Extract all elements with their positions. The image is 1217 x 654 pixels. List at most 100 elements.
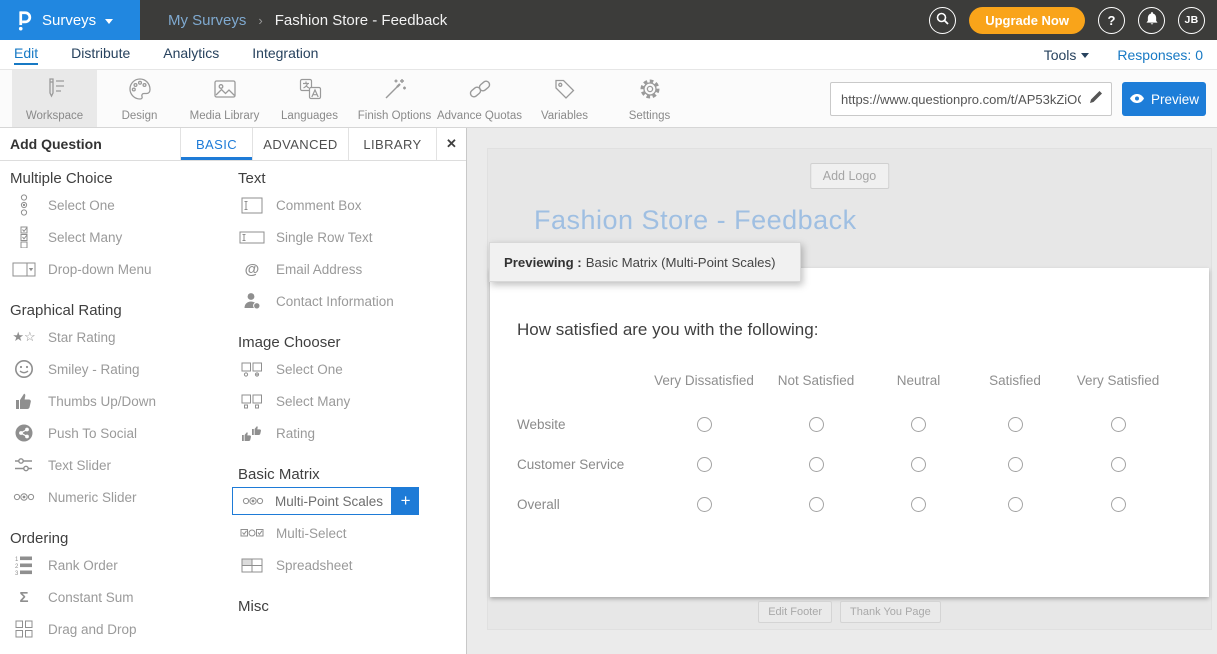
tab-edit[interactable]: Edit <box>14 45 38 65</box>
avatar[interactable]: JB <box>1178 7 1205 34</box>
toolbar-item-variables[interactable]: Variables <box>522 70 607 127</box>
question-type-drag-and-drop[interactable]: Drag and Drop <box>10 613 238 645</box>
section-title: Multiple Choice <box>10 169 238 189</box>
question-type-select-one[interactable]: Select One <box>10 189 238 221</box>
breadcrumb-separator: › <box>258 13 262 28</box>
section-graphical-rating: Graphical Rating ★☆ Star Rating Smiley -… <box>10 301 238 513</box>
radio-button[interactable] <box>1111 417 1126 432</box>
notifications-button[interactable] <box>1138 7 1165 34</box>
preview-button[interactable]: Preview <box>1122 82 1206 116</box>
question-type-image-select-many[interactable]: Select Many <box>238 385 466 417</box>
radio-button[interactable] <box>911 497 926 512</box>
multi-point-scales-icon <box>239 496 267 506</box>
svg-text:1: 1 <box>15 557 19 563</box>
radio-button[interactable] <box>1008 457 1023 472</box>
toolbar-label: Advance Quotas <box>437 110 522 122</box>
question-type-dropdown-menu[interactable]: Drop-down Menu <box>10 253 238 285</box>
question-type-image-rating[interactable]: Rating <box>238 417 466 449</box>
thank-you-page-button[interactable]: Thank You Page <box>840 601 941 623</box>
radio-button[interactable] <box>1008 417 1023 432</box>
section-title: Graphical Rating <box>10 301 238 321</box>
breadcrumb-my-surveys[interactable]: My Surveys <box>168 12 246 29</box>
radio-button[interactable] <box>809 457 824 472</box>
upgrade-now-button[interactable]: Upgrade Now <box>969 7 1085 34</box>
image-icon <box>212 76 238 107</box>
previewing-tooltip: Previewing : Basic Matrix (Multi-Point S… <box>489 242 801 282</box>
toolbar-item-design[interactable]: Design <box>97 70 182 127</box>
toolbar-item-workspace[interactable]: Workspace <box>12 70 97 127</box>
matrix-column-header: Satisfied <box>966 373 1064 388</box>
radio-button[interactable] <box>911 457 926 472</box>
toolbar-item-advance-quotas[interactable]: Advance Quotas <box>437 70 522 127</box>
matrix-table: Very Dissatisfied Not Satisfied Neutral … <box>517 370 1209 524</box>
edit-footer-button[interactable]: Edit Footer <box>758 601 832 623</box>
radio-button[interactable] <box>697 417 712 432</box>
tab-library[interactable]: LIBRARY <box>348 128 436 160</box>
question-type-rank-order[interactable]: 123 Rank Order <box>10 549 238 581</box>
survey-url-input[interactable]: https://www.questionpro.com/t/AP53kZiOC <box>830 82 1112 116</box>
chain-link-icon <box>467 76 493 107</box>
radio-button[interactable] <box>809 417 824 432</box>
add-logo-button[interactable]: Add Logo <box>810 163 890 189</box>
image-radio-icon <box>238 362 266 377</box>
question-type-spreadsheet[interactable]: Spreadsheet <box>238 549 466 581</box>
radio-button[interactable] <box>809 497 824 512</box>
translate-icon <box>297 76 323 107</box>
radio-button[interactable] <box>1111 457 1126 472</box>
chevron-down-icon <box>1081 53 1089 58</box>
toolbar-label: Languages <box>281 110 338 122</box>
toolbar-item-settings[interactable]: Settings <box>607 70 692 127</box>
search-button[interactable] <box>929 7 956 34</box>
question-type-email-address[interactable]: @ Email Address <box>238 253 466 285</box>
question-type-thumbs-up-down[interactable]: Thumbs Up/Down <box>10 385 238 417</box>
survey-title[interactable]: Fashion Store - Feedback <box>534 205 857 236</box>
question-type-star-rating[interactable]: ★☆ Star Rating <box>10 321 238 353</box>
question-type-label: Select Many <box>48 230 122 245</box>
question-type-contact-information[interactable]: Contact Information <box>238 285 466 317</box>
question-type-comment-box[interactable]: Comment Box <box>238 189 466 221</box>
question-type-image-select-one[interactable]: Select One <box>238 353 466 385</box>
close-panel-button[interactable]: ✕ <box>436 128 466 160</box>
tab-integration[interactable]: Integration <box>252 45 318 65</box>
question-type-text-slider[interactable]: Text Slider <box>10 449 238 481</box>
add-question-type-button[interactable]: + <box>392 487 419 515</box>
chevron-down-icon <box>105 19 113 24</box>
toolbar-item-finish-options[interactable]: Finish Options <box>352 70 437 127</box>
radio-button[interactable] <box>911 417 926 432</box>
tab-analytics[interactable]: Analytics <box>163 45 219 65</box>
multi-point-scales-selected[interactable]: Multi-Point Scales <box>232 487 392 515</box>
question-type-constant-sum[interactable]: Σ Constant Sum <box>10 581 238 613</box>
workspace-icon <box>42 76 68 107</box>
edit-url-button[interactable] <box>1081 90 1111 109</box>
question-type-numeric-slider[interactable]: Numeric Slider <box>10 481 238 513</box>
share-icon <box>10 424 38 442</box>
question-type-multi-point-scales: Multi-Point Scales + <box>232 485 466 517</box>
at-sign-icon: @ <box>238 261 266 278</box>
bell-icon <box>1146 12 1158 28</box>
question-type-push-to-social[interactable]: Push To Social <box>10 417 238 449</box>
question-type-smiley-rating[interactable]: Smiley - Rating <box>10 353 238 385</box>
section-ordering: Ordering 123 Rank Order Σ Constant Sum <box>10 529 238 645</box>
question-type-multi-select[interactable]: Multi-Select <box>238 517 466 549</box>
radio-button[interactable] <box>697 457 712 472</box>
numeric-slider-icon <box>10 492 38 502</box>
pencil-icon <box>1089 90 1103 109</box>
svg-text:3: 3 <box>15 571 19 575</box>
question-type-single-row-text[interactable]: Single Row Text <box>238 221 466 253</box>
toolbar-item-media-library[interactable]: Media Library <box>182 70 267 127</box>
radio-button[interactable] <box>1111 497 1126 512</box>
radio-button[interactable] <box>1008 497 1023 512</box>
tab-advanced[interactable]: ADVANCED <box>252 128 348 160</box>
question-type-label: Thumbs Up/Down <box>48 394 156 409</box>
surveys-menu[interactable]: Surveys <box>0 0 140 40</box>
tools-menu[interactable]: Tools <box>1044 47 1090 63</box>
radio-button[interactable] <box>697 497 712 512</box>
tab-basic[interactable]: BASIC <box>180 128 252 160</box>
smiley-icon <box>10 359 38 379</box>
question-type-select-many[interactable]: Select Many <box>10 221 238 253</box>
responses-count[interactable]: Responses: 0 <box>1117 47 1203 63</box>
toolbar-item-languages[interactable]: Languages <box>267 70 352 127</box>
question-type-label: Select Many <box>276 394 350 409</box>
tab-distribute[interactable]: Distribute <box>71 45 130 65</box>
help-button[interactable]: ? <box>1098 7 1125 34</box>
